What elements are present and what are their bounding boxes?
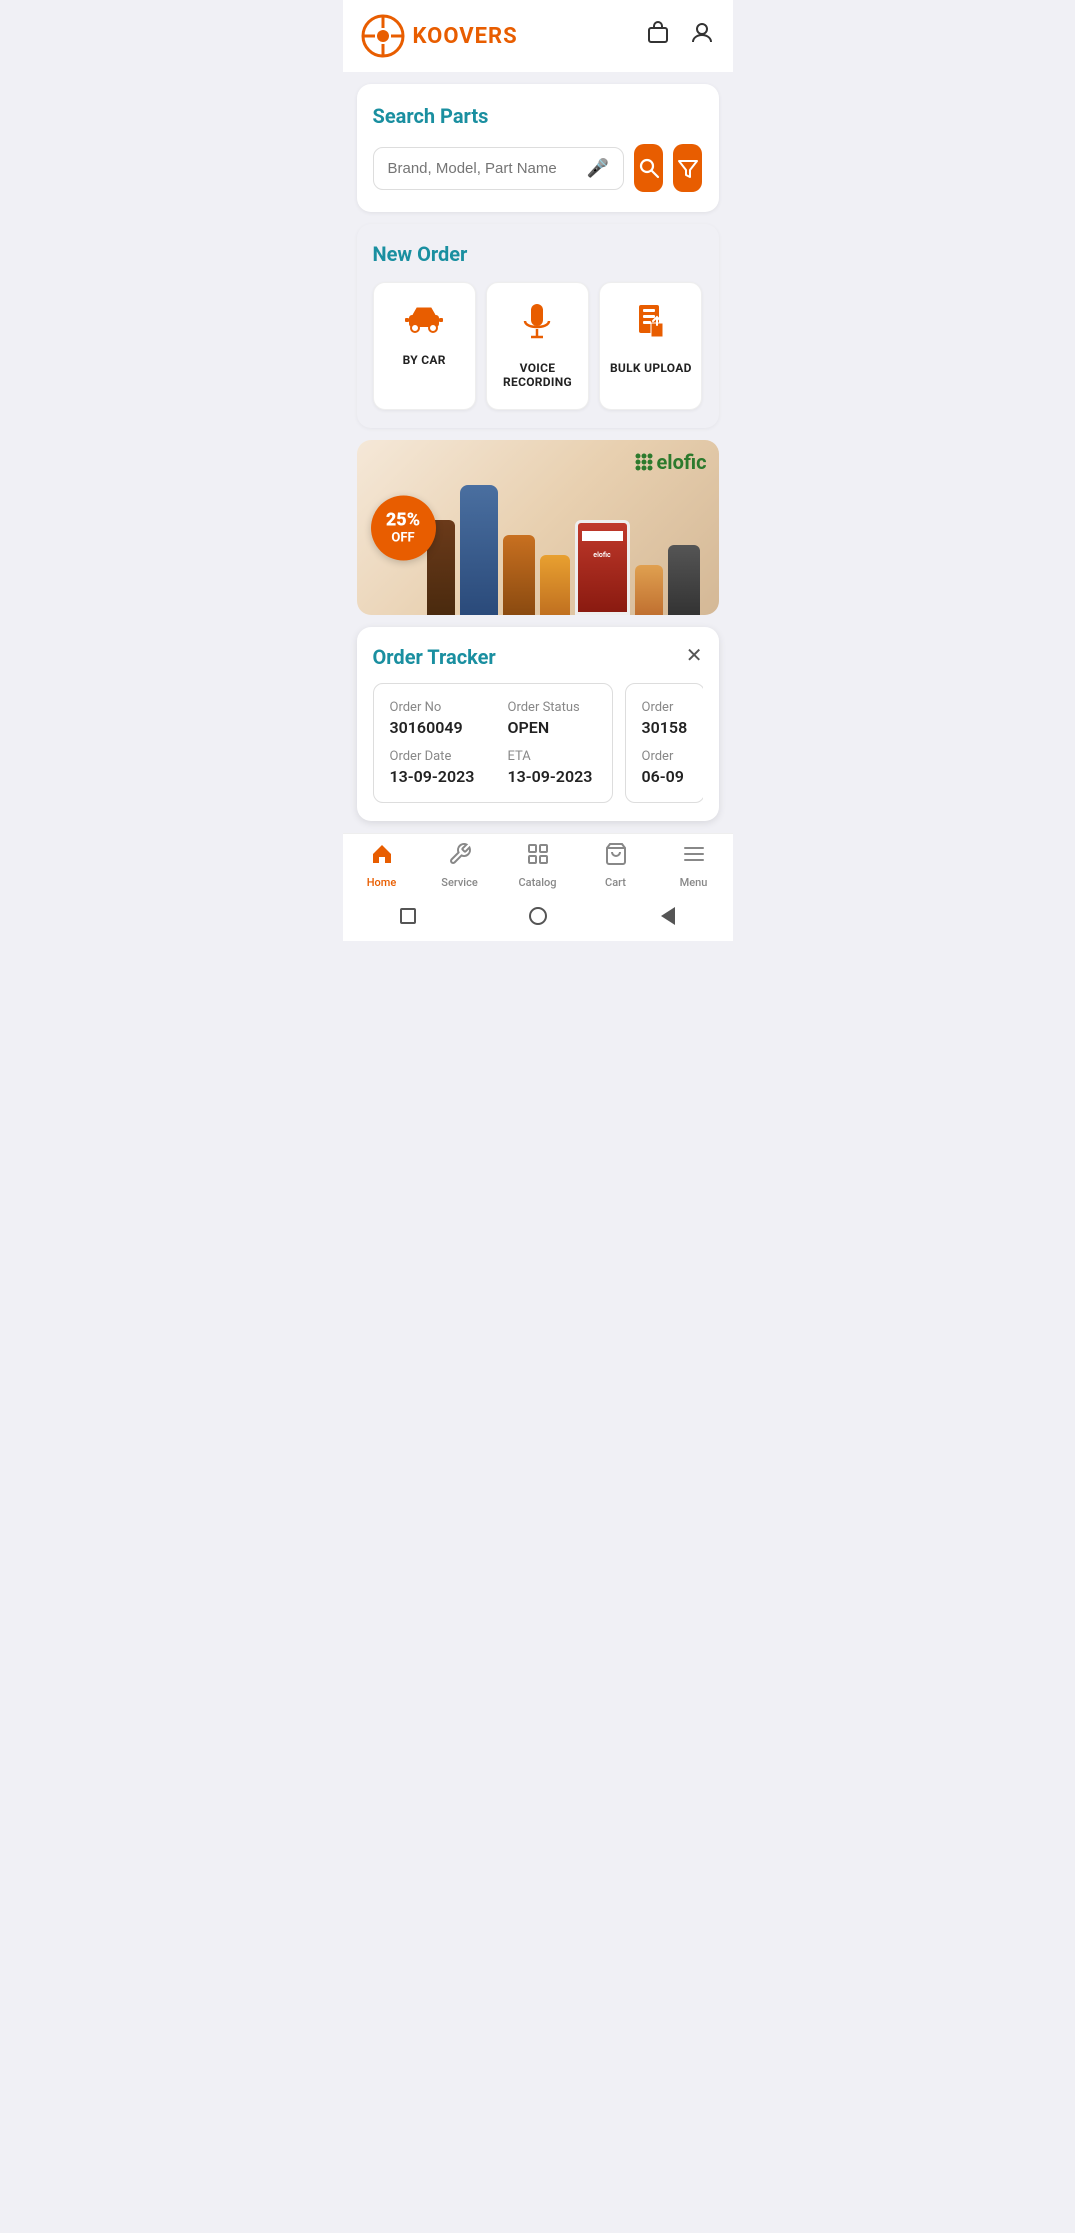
- catalog-nav-label: Catalog: [519, 876, 557, 889]
- home-nav-icon: [370, 842, 394, 872]
- filter-label-strip: [582, 531, 623, 541]
- nav-catalog[interactable]: Catalog: [499, 842, 577, 889]
- bulk-upload-icon: [635, 303, 667, 349]
- order-status-col: Order Status OPEN: [508, 700, 596, 749]
- partial-order-value: 30158: [642, 718, 688, 737]
- service-nav-icon: [448, 842, 472, 872]
- tracker-bottom-row: Order Date 13-09-2023 ETA 13-09-2023: [390, 749, 596, 786]
- tracker-close-button[interactable]: ✕: [686, 643, 703, 668]
- filter-obj-6: [635, 565, 663, 615]
- order-no-col: Order No 30160049: [390, 700, 478, 749]
- sys-square-icon: [400, 908, 416, 924]
- sys-recents-button[interactable]: [657, 905, 679, 927]
- order-eta-label: ETA: [508, 749, 596, 764]
- filter-button[interactable]: [673, 144, 702, 192]
- search-input-wrapper[interactable]: 🎤: [373, 147, 624, 190]
- cart-nav-icon: [604, 842, 628, 872]
- logo[interactable]: KOOVERS: [361, 14, 518, 58]
- order-no-value: 30160049: [390, 718, 478, 737]
- voice-icon: [521, 303, 553, 349]
- cart-nav-label: Cart: [605, 876, 626, 889]
- new-order-title: New Order: [373, 242, 703, 266]
- nav-cart[interactable]: Cart: [577, 842, 655, 889]
- order-tracker-title: Order Tracker: [373, 645, 703, 669]
- filter-products: elofic: [427, 440, 719, 615]
- system-nav: [343, 895, 733, 941]
- home-nav-label: Home: [367, 876, 397, 889]
- header: KOOVERS: [343, 0, 733, 72]
- voice-recording-label: VOICE RECORDING: [503, 361, 572, 389]
- cart-header-icon[interactable]: [645, 20, 671, 52]
- sys-home-button[interactable]: [527, 905, 549, 927]
- profile-icon[interactable]: [689, 20, 715, 52]
- sys-circle-icon: [529, 907, 547, 925]
- order-status-value: OPEN: [508, 718, 596, 737]
- search-button[interactable]: [634, 144, 663, 192]
- logo-icon: [361, 14, 405, 58]
- tracker-top-row: Order No 30160049 Order Status OPEN: [390, 700, 596, 749]
- order-no-label: Order No: [390, 700, 478, 715]
- nav-service[interactable]: Service: [421, 842, 499, 889]
- filter-obj-7: [668, 545, 700, 615]
- sys-triangle-icon: [661, 907, 675, 925]
- catalog-nav-icon: [526, 842, 550, 872]
- banner-section[interactable]: 25% OFF elofic elofic: [357, 440, 719, 615]
- discount-badge: 25% OFF: [371, 495, 436, 560]
- by-car-card[interactable]: BY CAR: [373, 282, 476, 410]
- tracker-cards: Order No 30160049 Order Status OPEN Orde…: [373, 683, 703, 803]
- order-status-label: Order Status: [508, 700, 596, 715]
- new-order-section: New Order BY CAR: [357, 224, 719, 428]
- sys-back-button[interactable]: [397, 905, 419, 927]
- search-section: Search Parts 🎤: [357, 84, 719, 212]
- nav-menu[interactable]: Menu: [655, 842, 733, 889]
- mic-search-icon[interactable]: 🎤: [587, 158, 609, 179]
- bottom-nav: Home Service Catalog Cart: [343, 833, 733, 895]
- search-input[interactable]: [388, 160, 587, 177]
- order-date-value: 13-09-2023: [390, 767, 478, 786]
- by-car-label: BY CAR: [403, 353, 446, 367]
- tracker-card-partial[interactable]: Order 30158 Order 06-09: [625, 683, 703, 803]
- discount-pct: 25%: [386, 510, 420, 531]
- search-icon: [638, 157, 660, 179]
- filter-obj-2: [460, 485, 498, 615]
- bulk-upload-label: BULK UPLOAD: [610, 361, 692, 375]
- partial-date-label: Order: [642, 749, 688, 764]
- order-eta-col: ETA 13-09-2023: [508, 749, 596, 786]
- filter-obj-4: [540, 555, 570, 615]
- menu-nav-icon: [682, 842, 706, 872]
- order-date-col: Order Date 13-09-2023: [390, 749, 478, 786]
- discount-label: OFF: [391, 531, 414, 546]
- order-tracker-section: Order Tracker ✕ Order No 30160049 Order …: [357, 627, 719, 821]
- tracker-card-main[interactable]: Order No 30160049 Order Status OPEN Orde…: [373, 683, 613, 803]
- car-icon: [405, 303, 443, 341]
- search-row: 🎤: [373, 144, 703, 192]
- voice-recording-card[interactable]: VOICE RECORDING: [486, 282, 589, 410]
- order-eta-value: 13-09-2023: [508, 767, 596, 786]
- bulk-upload-card[interactable]: BULK UPLOAD: [599, 282, 702, 410]
- filter-obj-5: elofic: [575, 520, 630, 615]
- nav-home[interactable]: Home: [343, 842, 421, 889]
- search-title: Search Parts: [373, 104, 703, 128]
- header-icons: [645, 20, 715, 52]
- filter-icon: [677, 157, 699, 179]
- order-date-label: Order Date: [390, 749, 478, 764]
- order-cards: BY CAR VOICE RECORDING: [373, 282, 703, 410]
- partial-date-value: 06-09: [642, 767, 688, 786]
- logo-text: KOOVERS: [413, 24, 518, 49]
- filter-obj-3: [503, 535, 535, 615]
- partial-order-label: Order: [642, 700, 688, 715]
- menu-nav-label: Menu: [680, 876, 708, 889]
- service-nav-label: Service: [441, 876, 477, 889]
